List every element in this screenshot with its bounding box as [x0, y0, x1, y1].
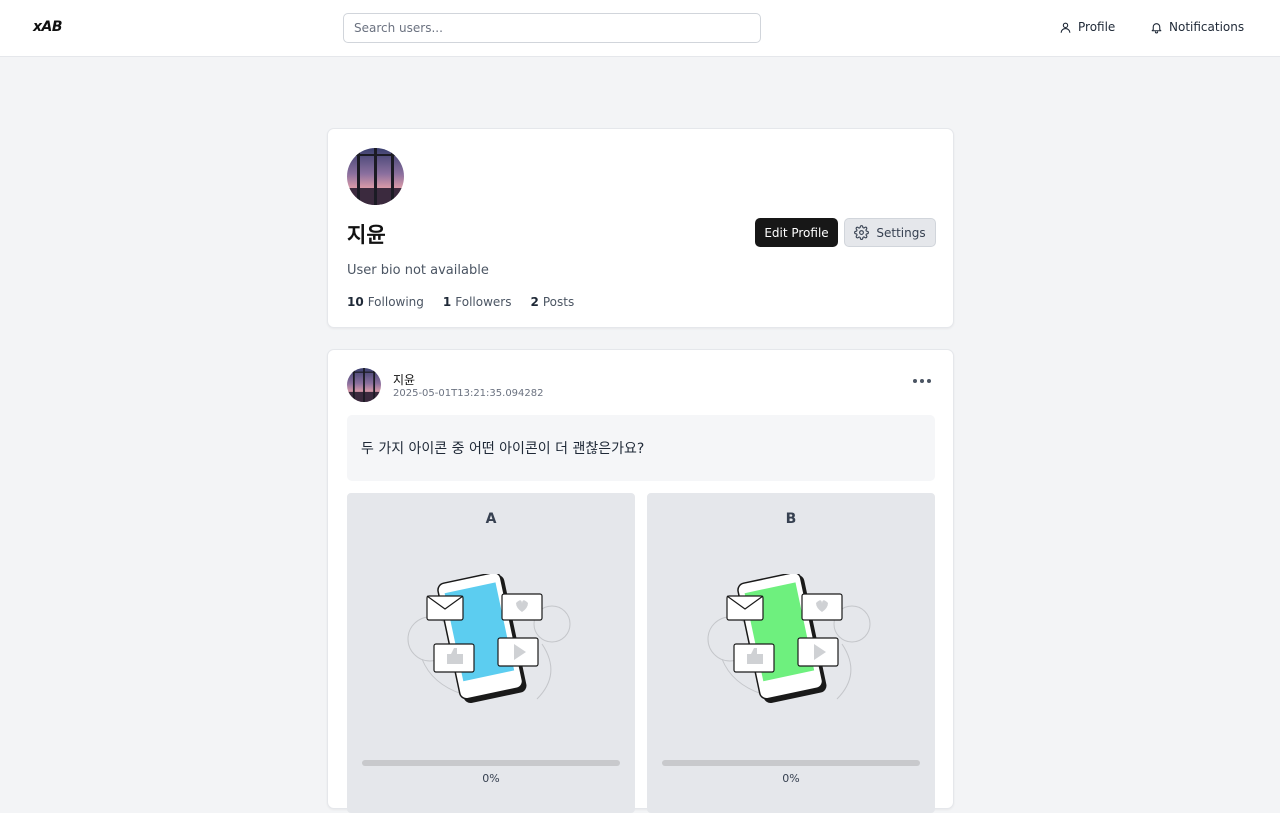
post-question: 두 가지 아이콘 중 어떤 아이콘이 더 괜찮은가요?	[347, 415, 935, 481]
following-stat[interactable]: 10 Following	[347, 295, 424, 309]
followers-stat[interactable]: 1 Followers	[443, 295, 512, 309]
post-author-name[interactable]: 지윤	[393, 371, 415, 388]
profile-bio: User bio not available	[347, 263, 489, 278]
posts-count: 2	[530, 295, 539, 309]
settings-button[interactable]: Settings	[844, 218, 936, 247]
post-timestamp: 2025-05-01T13:21:35.094282	[393, 388, 544, 399]
profile-card: 지윤 Edit Profile Settings User bio not av…	[327, 128, 954, 328]
more-options-icon[interactable]	[913, 376, 931, 386]
following-label: Following	[367, 295, 424, 309]
vote-option-a[interactable]: A 0%	[347, 493, 635, 813]
profile-avatar[interactable]	[347, 148, 404, 205]
phone-social-illustration-icon	[407, 574, 571, 704]
nav-profile-link[interactable]: Profile	[1059, 20, 1115, 34]
posts-stat[interactable]: 2 Posts	[530, 295, 574, 309]
following-count: 10	[347, 295, 364, 309]
avatar-image	[347, 148, 404, 205]
post-author-avatar[interactable]	[347, 368, 381, 402]
profile-stats: 10 Following 1 Followers 2 Posts	[347, 295, 574, 309]
settings-label: Settings	[876, 225, 926, 240]
nav-notifications-link[interactable]: Notifications	[1150, 20, 1244, 34]
vote-percent: 0%	[482, 772, 500, 785]
avatar-image	[347, 368, 381, 402]
phone-social-illustration-icon	[707, 574, 871, 704]
user-icon	[1060, 22, 1071, 33]
bell-icon	[1151, 22, 1162, 33]
top-navbar: xAB Profile Notifications	[0, 0, 1280, 57]
post-card: 지윤 2025-05-01T13:21:35.094282 두 가지 아이콘 중…	[327, 349, 954, 813]
gear-icon	[854, 225, 870, 240]
vote-progress-bar	[362, 760, 620, 766]
app-logo[interactable]: xAB	[33, 19, 63, 35]
option-label: A	[485, 511, 497, 527]
vote-percent: 0%	[782, 772, 800, 785]
followers-count: 1	[442, 295, 452, 309]
search-users-input[interactable]	[343, 13, 761, 43]
nav-profile-label: Profile	[1078, 20, 1116, 34]
nav-notifications-label: Notifications	[1169, 20, 1245, 34]
posts-label: Posts	[542, 295, 575, 309]
vote-option-b[interactable]: B 0%	[647, 493, 935, 813]
profile-username: 지윤	[347, 223, 386, 247]
vote-progress-bar	[662, 760, 920, 766]
option-label: B	[785, 511, 797, 527]
edit-profile-button[interactable]: Edit Profile	[755, 218, 838, 247]
followers-label: Followers	[455, 295, 512, 309]
